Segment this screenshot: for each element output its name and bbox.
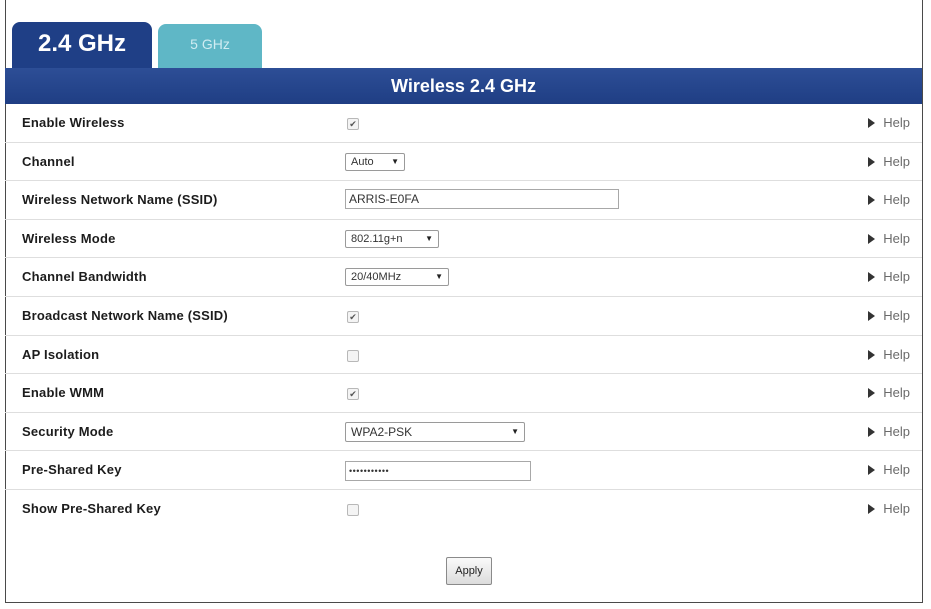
tab-2-4-ghz[interactable]: 2.4 GHz xyxy=(12,22,152,68)
help-link[interactable]: Help xyxy=(868,258,910,296)
channel-label: Channel xyxy=(22,153,75,169)
apply-button[interactable]: Apply xyxy=(446,557,492,585)
help-link[interactable]: Help xyxy=(868,451,910,489)
help-link[interactable]: Help xyxy=(868,104,910,142)
dropdown-arrow-icon: ▼ xyxy=(511,426,519,436)
security-mode-select[interactable]: WPA2-PSK ▼ xyxy=(345,421,525,442)
dropdown-arrow-icon: ▼ xyxy=(435,272,443,282)
pre-shared-key-label: Pre-Shared Key xyxy=(22,462,122,478)
triangle-right-icon xyxy=(868,195,876,206)
settings-table: Enable Wireless ✔ Help Channel Auto ▼ Hel… xyxy=(5,104,922,529)
enable-wmm-checkbox[interactable]: ✔ xyxy=(347,388,359,401)
triangle-right-icon xyxy=(868,503,876,514)
enable-wmm-label: Enable WMM xyxy=(22,385,105,401)
show-pre-shared-key-label: Show Pre-Shared Key xyxy=(22,500,161,516)
help-link[interactable]: Help xyxy=(868,374,910,412)
help-link[interactable]: Help xyxy=(868,143,910,181)
row-show-pre-shared-key: Show Pre-Shared Key Help xyxy=(5,490,922,529)
triangle-right-icon xyxy=(868,465,876,476)
channel-select[interactable]: Auto ▼ xyxy=(345,152,405,171)
triangle-right-icon xyxy=(868,118,876,128)
row-enable-wireless: Enable Wireless ✔ Help xyxy=(5,104,922,143)
tab-5-ghz[interactable]: 5 GHz xyxy=(158,24,262,68)
triangle-right-icon xyxy=(868,156,876,167)
channel-bandwidth-select[interactable]: 20/40MHz ▼ xyxy=(345,268,449,287)
channel-bandwidth-label: Channel Bandwidth xyxy=(22,269,147,285)
wireless-mode-label: Wireless Mode xyxy=(22,230,116,246)
broadcast-ssid-label: Broadcast Network Name (SSID) xyxy=(22,307,228,323)
help-link[interactable]: Help xyxy=(868,220,910,258)
triangle-right-icon xyxy=(868,388,876,399)
show-pre-shared-key-checkbox[interactable] xyxy=(347,503,359,516)
enable-wireless-label: Enable Wireless xyxy=(22,115,125,130)
ssid-label: Wireless Network Name (SSID) xyxy=(22,192,218,208)
triangle-right-icon xyxy=(868,426,876,437)
row-pre-shared-key: Pre-Shared Key ••••••••••• Help xyxy=(5,451,922,490)
ssid-input[interactable]: ARRIS-E0FA xyxy=(345,189,619,210)
section-header: Wireless 2.4 GHz xyxy=(5,68,922,104)
row-channel-bandwidth: Channel Bandwidth 20/40MHz ▼ Help xyxy=(5,258,922,297)
row-security-mode: Security Mode WPA2-PSK ▼ Help xyxy=(5,413,922,452)
triangle-right-icon xyxy=(868,233,876,244)
security-mode-label: Security Mode xyxy=(22,423,114,439)
help-link[interactable]: Help xyxy=(868,413,910,451)
help-link[interactable]: Help xyxy=(868,297,910,335)
dropdown-arrow-icon: ▼ xyxy=(425,233,433,243)
triangle-right-icon xyxy=(868,272,876,283)
enable-wireless-checkbox[interactable]: ✔ xyxy=(347,118,359,130)
help-link[interactable]: Help xyxy=(868,336,910,374)
dropdown-arrow-icon: ▼ xyxy=(391,156,399,166)
wireless-mode-select[interactable]: 802.11g+n ▼ xyxy=(345,229,439,248)
pre-shared-key-input[interactable]: ••••••••••• xyxy=(345,461,531,482)
row-ap-isolation: AP Isolation Help xyxy=(5,336,922,375)
row-ssid: Wireless Network Name (SSID) ARRIS-E0FA … xyxy=(5,181,922,220)
row-channel: Channel Auto ▼ Help xyxy=(5,143,922,182)
ap-isolation-label: AP Isolation xyxy=(22,346,100,362)
help-link[interactable]: Help xyxy=(868,490,910,528)
broadcast-ssid-checkbox[interactable]: ✔ xyxy=(347,310,359,323)
ap-isolation-checkbox[interactable] xyxy=(347,349,359,362)
row-broadcast-ssid: Broadcast Network Name (SSID) ✔ Help xyxy=(5,297,922,336)
row-wireless-mode: Wireless Mode 802.11g+n ▼ Help xyxy=(5,220,922,259)
triangle-right-icon xyxy=(868,310,876,321)
row-enable-wmm: Enable WMM ✔ Help xyxy=(5,374,922,413)
triangle-right-icon xyxy=(868,349,876,360)
help-link[interactable]: Help xyxy=(868,181,910,219)
